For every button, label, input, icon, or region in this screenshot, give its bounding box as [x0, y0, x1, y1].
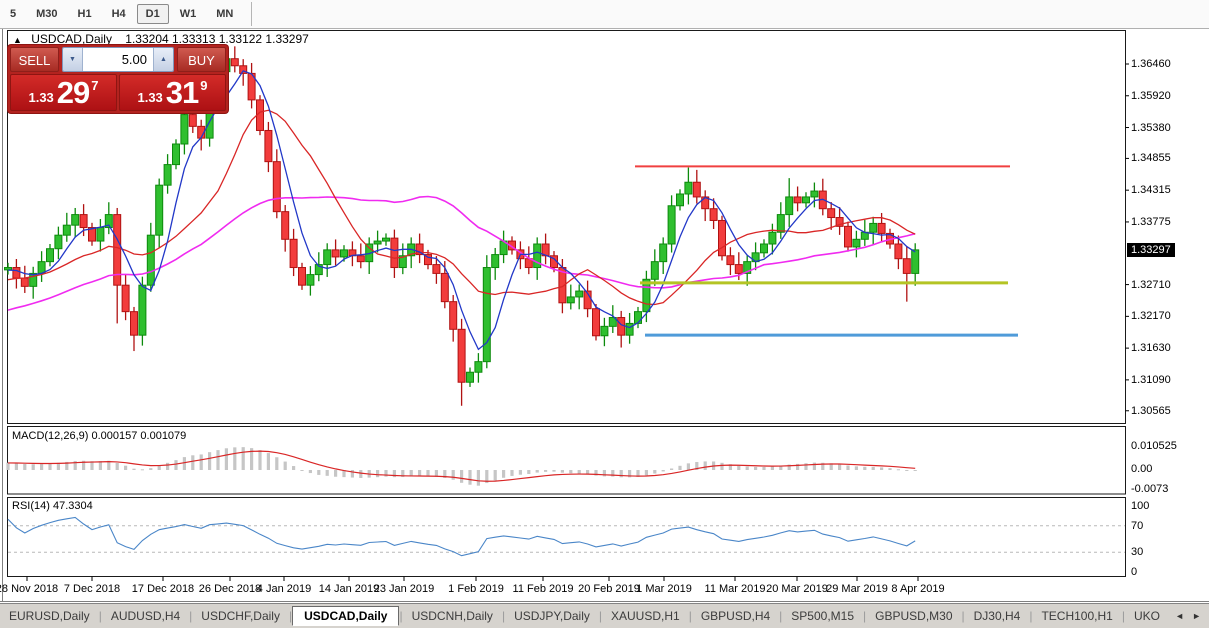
tab-eurusd-daily[interactable]: EURUSD,Daily — [0, 606, 99, 626]
date-axis-label: 1 Mar 2019 — [626, 583, 702, 595]
symbol-tab-bar: EURUSD,Daily|AUDUSD,H4|USDCHF,Daily|USDC… — [0, 603, 1209, 628]
sell-button[interactable]: SELL — [10, 47, 59, 72]
date-axis-label: 11 Feb 2019 — [505, 583, 581, 595]
price-axis-label: 1.31630 — [1131, 342, 1171, 354]
date-axis-label: 7 Dec 2018 — [54, 583, 130, 595]
tab-scroll-right-icon[interactable]: ► — [1192, 611, 1201, 621]
volume-stepper: ▼ ▲ — [62, 47, 174, 72]
tab-uko[interactable]: UKO — [1125, 606, 1169, 626]
volume-input[interactable] — [83, 48, 153, 71]
price-axis-label: 1.35920 — [1131, 90, 1171, 102]
rsi-axis-label: 0 — [1131, 566, 1137, 578]
rsi-axis-label: 100 — [1131, 500, 1149, 512]
price-axis-label: 1.33775 — [1131, 216, 1171, 228]
tab-scroll-left-icon[interactable]: ◄ — [1175, 611, 1184, 621]
tab-sp500-m15[interactable]: SP500,M15 — [782, 606, 863, 626]
macd-axis-label: 0.010525 — [1131, 440, 1177, 452]
price-axis-label: 1.32710 — [1131, 279, 1171, 291]
trading-app-window: 5M30H1H4D1W1MN ▲ USDCAD,Daily 1.33204 1.… — [0, 0, 1209, 628]
tab-audusd-h4[interactable]: AUDUSD,H4 — [102, 606, 189, 626]
macd-axis-label: -0.0073 — [1131, 483, 1168, 495]
price-axis-label: 1.34315 — [1131, 184, 1171, 196]
tab-gbpusd-h4[interactable]: GBPUSD,H4 — [692, 606, 779, 626]
date-axis-label: 17 Dec 2018 — [125, 583, 201, 595]
chart-symbol-label: USDCAD,Daily — [31, 32, 112, 46]
buy-price-box[interactable]: 1.33 31 9 — [119, 74, 226, 111]
sell-price-box[interactable]: 1.33 29 7 — [10, 74, 117, 111]
price-axis-label: 1.36460 — [1131, 58, 1171, 70]
volume-increase-button[interactable]: ▲ — [153, 48, 173, 71]
tab-usdchf-daily[interactable]: USDCHF,Daily — [192, 606, 289, 626]
current-price-tag: 1.33297 — [1127, 243, 1175, 257]
buy-button[interactable]: BUY — [177, 47, 226, 72]
chevron-up-icon: ▲ — [160, 56, 167, 63]
price-axis-label: 1.32170 — [1131, 310, 1171, 322]
rsi-axis-label: 30 — [1131, 546, 1143, 558]
sell-price-sup: 7 — [91, 78, 98, 93]
chart-title: ▲ USDCAD,Daily 1.33204 1.33313 1.33122 1… — [13, 32, 309, 46]
date-axis-label: 1 Feb 2019 — [438, 583, 514, 595]
buy-price-sup: 9 — [200, 78, 207, 93]
price-axis-label: 1.34855 — [1131, 152, 1171, 164]
sell-price-big: 29 — [57, 75, 89, 111]
tab-scroll-controls: ◄► — [1175, 611, 1209, 621]
date-axis-label: 8 Apr 2019 — [880, 583, 956, 595]
tab-gbpusd-m30[interactable]: GBPUSD,M30 — [866, 606, 961, 626]
rsi-label: RSI(14) 47.3304 — [12, 500, 93, 512]
price-axis-label: 1.35380 — [1131, 122, 1171, 134]
tab-tech100-h1[interactable]: TECH100,H1 — [1032, 606, 1121, 626]
sell-price-small: 1.33 — [28, 90, 53, 105]
price-axis-label: 1.31090 — [1131, 374, 1171, 386]
one-click-trade-panel: SELL ▼ ▲ BUY 1.33 29 7 1.33 31 9 — [8, 45, 228, 113]
date-axis-label: 23 Jan 2019 — [366, 583, 442, 595]
price-axis-label: 1.30565 — [1131, 405, 1171, 417]
tab-usdjpy-daily[interactable]: USDJPY,Daily — [505, 606, 599, 626]
tab-xauusd-h1[interactable]: XAUUSD,H1 — [602, 606, 689, 626]
tab-dj30-h4[interactable]: DJ30,H4 — [965, 606, 1030, 626]
macd-axis-label: 0.00 — [1131, 463, 1152, 475]
tab-usdcnh-daily[interactable]: USDCNH,Daily — [403, 606, 502, 626]
rsi-axis-label: 70 — [1131, 520, 1143, 532]
collapse-arrow-icon[interactable]: ▲ — [13, 35, 22, 45]
macd-label: MACD(12,26,9) 0.000157 0.001079 — [12, 430, 186, 442]
chevron-down-icon: ▼ — [69, 56, 76, 63]
tab-usdcad-daily[interactable]: USDCAD,Daily — [292, 606, 399, 626]
buy-price-big: 31 — [166, 75, 198, 111]
volume-decrease-button[interactable]: ▼ — [63, 48, 83, 71]
chart-ohlc-readout: 1.33204 1.33313 1.33122 1.33297 — [125, 32, 309, 46]
buy-price-small: 1.33 — [137, 90, 162, 105]
